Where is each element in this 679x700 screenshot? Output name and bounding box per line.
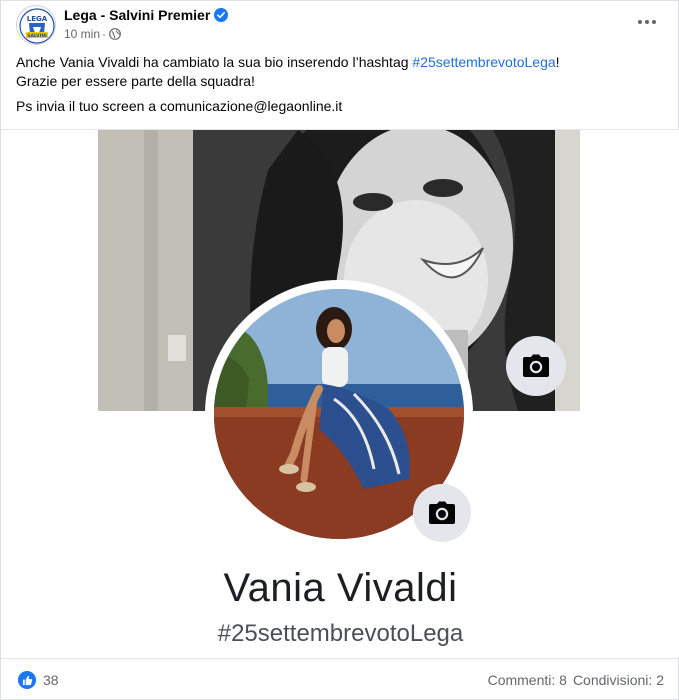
post-footer: 38 Commenti: 8 Condivisioni: 2 <box>1 658 679 700</box>
author-name-row: Lega - Salvini Premier <box>64 7 229 25</box>
camera-icon <box>523 354 549 377</box>
comments-count-link[interactable]: Commenti: 8 <box>488 672 567 688</box>
post-timestamp[interactable]: 10 min <box>64 27 100 41</box>
avatar-banner-text: SALVINI <box>27 33 47 39</box>
profile-camera-button[interactable] <box>413 484 471 542</box>
reactions-count[interactable]: 38 <box>43 672 59 688</box>
engagement-stats: Commenti: 8 Condivisioni: 2 <box>488 672 664 688</box>
shares-count-link[interactable]: Condivisioni: 2 <box>573 672 664 688</box>
hashtag-link[interactable]: #25settembrevotoLega <box>412 54 555 70</box>
post-text-line-1: Anche Vania Vivaldi ha cambiato la sua b… <box>16 54 560 70</box>
post-text-line-2: Grazie per essere parte della squadra! <box>16 73 255 89</box>
more-options-icon[interactable] <box>629 7 665 37</box>
post-header: LEGA SALVINI Lega - Salvini Premier 10 m… <box>1 1 679 47</box>
profile-bio: #25settembrevotoLega <box>217 620 464 647</box>
page-avatar[interactable]: LEGA SALVINI <box>16 5 56 45</box>
post-meta: 10 min · <box>64 27 121 43</box>
post-image[interactable]: Vania Vivaldi #25settembrevotoLega <box>1 129 679 657</box>
post-card: LEGA SALVINI Lega - Salvini Premier 10 m… <box>0 0 679 700</box>
author-name-link[interactable]: Lega - Salvini Premier <box>64 7 210 23</box>
lega-logo-icon: LEGA SALVINI <box>18 7 55 44</box>
like-thumb-icon[interactable] <box>18 671 36 689</box>
meta-separator: · <box>102 27 107 41</box>
post-text-line-3: Ps invia il tuo screen a comunicazione@l… <box>16 98 343 114</box>
avatar-logo-text: LEGA <box>27 15 48 23</box>
globe-icon[interactable] <box>109 28 121 43</box>
cover-camera-button[interactable] <box>506 336 566 396</box>
post-text: Anche Vania Vivaldi ha cambiato la sua b… <box>16 53 666 116</box>
camera-icon <box>429 501 455 524</box>
verified-badge-icon <box>214 8 229 25</box>
profile-name: Vania Vivaldi <box>223 566 458 610</box>
